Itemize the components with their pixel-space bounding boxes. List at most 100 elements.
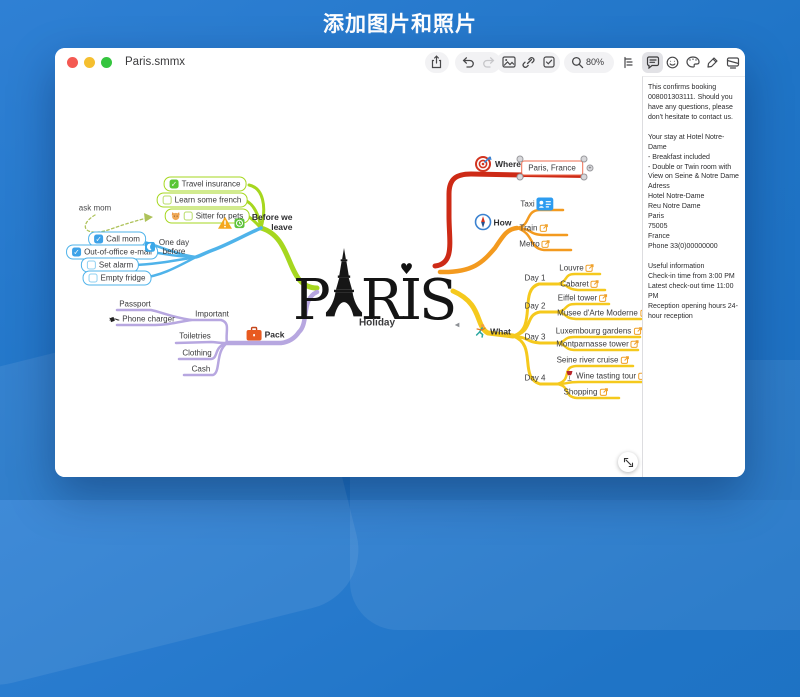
external-link-icon <box>542 240 551 249</box>
warning-icon <box>218 217 233 230</box>
node-seine-cruise[interactable]: Seine river cruise <box>557 356 630 365</box>
runner-icon <box>473 324 488 339</box>
notes-button[interactable] <box>642 52 663 73</box>
checkbox-unchecked-icon[interactable] <box>163 196 172 205</box>
node-musee[interactable]: Musee d'Arte Moderne <box>557 309 649 318</box>
node-paris-france-selected[interactable]: Paris, France <box>521 161 583 176</box>
clock-icon <box>235 218 245 228</box>
node-how[interactable]: How <box>475 214 512 231</box>
outline-button[interactable] <box>618 52 639 73</box>
redo-button[interactable] <box>478 52 499 73</box>
node-travel-insurance[interactable]: ✓ Travel insurance <box>164 177 247 192</box>
fullscreen-button[interactable] <box>101 57 112 68</box>
notes-panel: This confirms booking 008001303111. Shou… <box>642 76 745 477</box>
close-button[interactable] <box>67 57 78 68</box>
node-what[interactable]: What <box>473 324 511 339</box>
node-eiffel-tower[interactable]: Eiffel tower <box>558 294 608 303</box>
compass-icon <box>475 214 492 231</box>
checkbox-icon <box>543 56 555 68</box>
node-phone-charger[interactable]: Phone charger <box>109 315 174 324</box>
node-important[interactable]: Important <box>195 310 229 319</box>
external-link-icon <box>633 327 642 336</box>
external-link-icon <box>591 280 600 289</box>
annotation-ask-mom[interactable]: ask mom <box>79 204 111 213</box>
app-window: Paris.smmx 80% <box>55 48 745 477</box>
link-icon <box>522 56 535 69</box>
node-montparnasse[interactable]: Montparnasse tower <box>556 340 639 349</box>
image-icon <box>502 56 516 68</box>
node-toiletries[interactable]: Toiletries <box>179 332 211 341</box>
insert-checkbox-button[interactable] <box>538 52 559 73</box>
node-metro[interactable]: Metro <box>519 240 550 249</box>
checkbox-unchecked-icon[interactable] <box>184 212 193 221</box>
selection-handle[interactable] <box>517 174 524 181</box>
node-where[interactable]: Where <box>475 155 521 173</box>
phone-charger-icon <box>109 315 120 324</box>
node-louvre[interactable]: Louvre <box>559 264 594 273</box>
node-cash[interactable]: Cash <box>192 365 211 374</box>
central-topic[interactable]: P RIS♥ <box>293 241 465 325</box>
node-before-we-leave[interactable]: Before we leave <box>218 213 293 233</box>
outline-icon <box>622 56 635 69</box>
search-button[interactable] <box>567 52 588 73</box>
redo-icon <box>482 56 496 68</box>
external-link-icon <box>620 356 629 365</box>
node-empty-fridge[interactable]: Empty fridge <box>83 271 152 286</box>
checkbox-unchecked-icon[interactable] <box>89 274 98 283</box>
selection-handle[interactable] <box>581 156 588 163</box>
node-taxi[interactable]: Taxi <box>520 198 553 211</box>
selection-handle[interactable] <box>517 156 524 163</box>
search-icon <box>571 56 584 69</box>
edit-button[interactable] <box>702 52 723 73</box>
node-cabaret[interactable]: Cabaret <box>560 280 599 289</box>
checkbox-checked-icon[interactable]: ✓ <box>72 248 81 257</box>
external-link-icon <box>539 224 548 233</box>
node-day1[interactable]: Day 1 <box>525 274 546 283</box>
resize-arrows-icon <box>623 457 634 468</box>
contact-card-icon <box>537 198 554 211</box>
selection-handle[interactable] <box>581 174 588 181</box>
share-button[interactable] <box>426 52 447 73</box>
node-train[interactable]: Train <box>520 224 549 233</box>
node-pack[interactable]: Pack <box>246 327 285 342</box>
zoom-level[interactable]: 80% <box>586 48 604 76</box>
node-day2[interactable]: Day 2 <box>525 302 546 311</box>
cat-icon <box>171 212 181 221</box>
presentation-button[interactable] <box>722 52 743 73</box>
external-link-icon <box>599 294 608 303</box>
notes-text[interactable]: This confirms booking 008001303111. Shou… <box>643 77 745 328</box>
node-wine-tasting[interactable]: Wine tasting tour <box>565 371 647 382</box>
insert-image-button[interactable] <box>498 52 519 73</box>
insert-link-button[interactable] <box>518 52 539 73</box>
mindmap-canvas[interactable]: P RIS♥ Holiday ◀ ✓ Travel insurance Lear… <box>55 76 642 477</box>
node-clothing[interactable]: Clothing <box>182 349 211 358</box>
collapse-indicator-icon: ◀ <box>455 322 460 329</box>
style-button[interactable] <box>682 52 703 73</box>
target-icon <box>475 155 493 173</box>
notes-icon <box>646 56 660 69</box>
checkbox-checked-icon[interactable]: ✓ <box>94 235 103 244</box>
node-shopping[interactable]: Shopping <box>564 388 609 397</box>
undo-button[interactable] <box>457 52 478 73</box>
node-day3[interactable]: Day 3 <box>525 333 546 342</box>
share-icon <box>430 55 443 69</box>
resize-button[interactable] <box>618 452 638 472</box>
node-luxembourg[interactable]: Luxembourg gardens <box>556 327 643 336</box>
heart-icon: ♥ <box>400 263 413 276</box>
checkbox-checked-icon[interactable]: ✓ <box>170 180 179 189</box>
checkbox-unchecked-icon[interactable] <box>87 261 96 270</box>
emoji-button[interactable] <box>662 52 683 73</box>
add-child-handle[interactable]: + <box>587 165 594 172</box>
node-learn-french[interactable]: Learn some french <box>157 193 248 208</box>
palette-icon <box>686 56 700 68</box>
presentation-icon <box>726 56 740 69</box>
central-letter-p: P <box>293 276 328 325</box>
undo-icon <box>461 56 475 68</box>
page-title: 添加图片和照片 <box>0 8 800 38</box>
node-day4[interactable]: Day 4 <box>525 374 546 383</box>
minimize-button[interactable] <box>84 57 95 68</box>
node-passport[interactable]: Passport <box>119 300 151 309</box>
window-title: Paris.smmx <box>125 48 185 76</box>
wine-glass-icon <box>565 371 574 382</box>
node-one-day-before[interactable]: One day before <box>145 238 191 256</box>
